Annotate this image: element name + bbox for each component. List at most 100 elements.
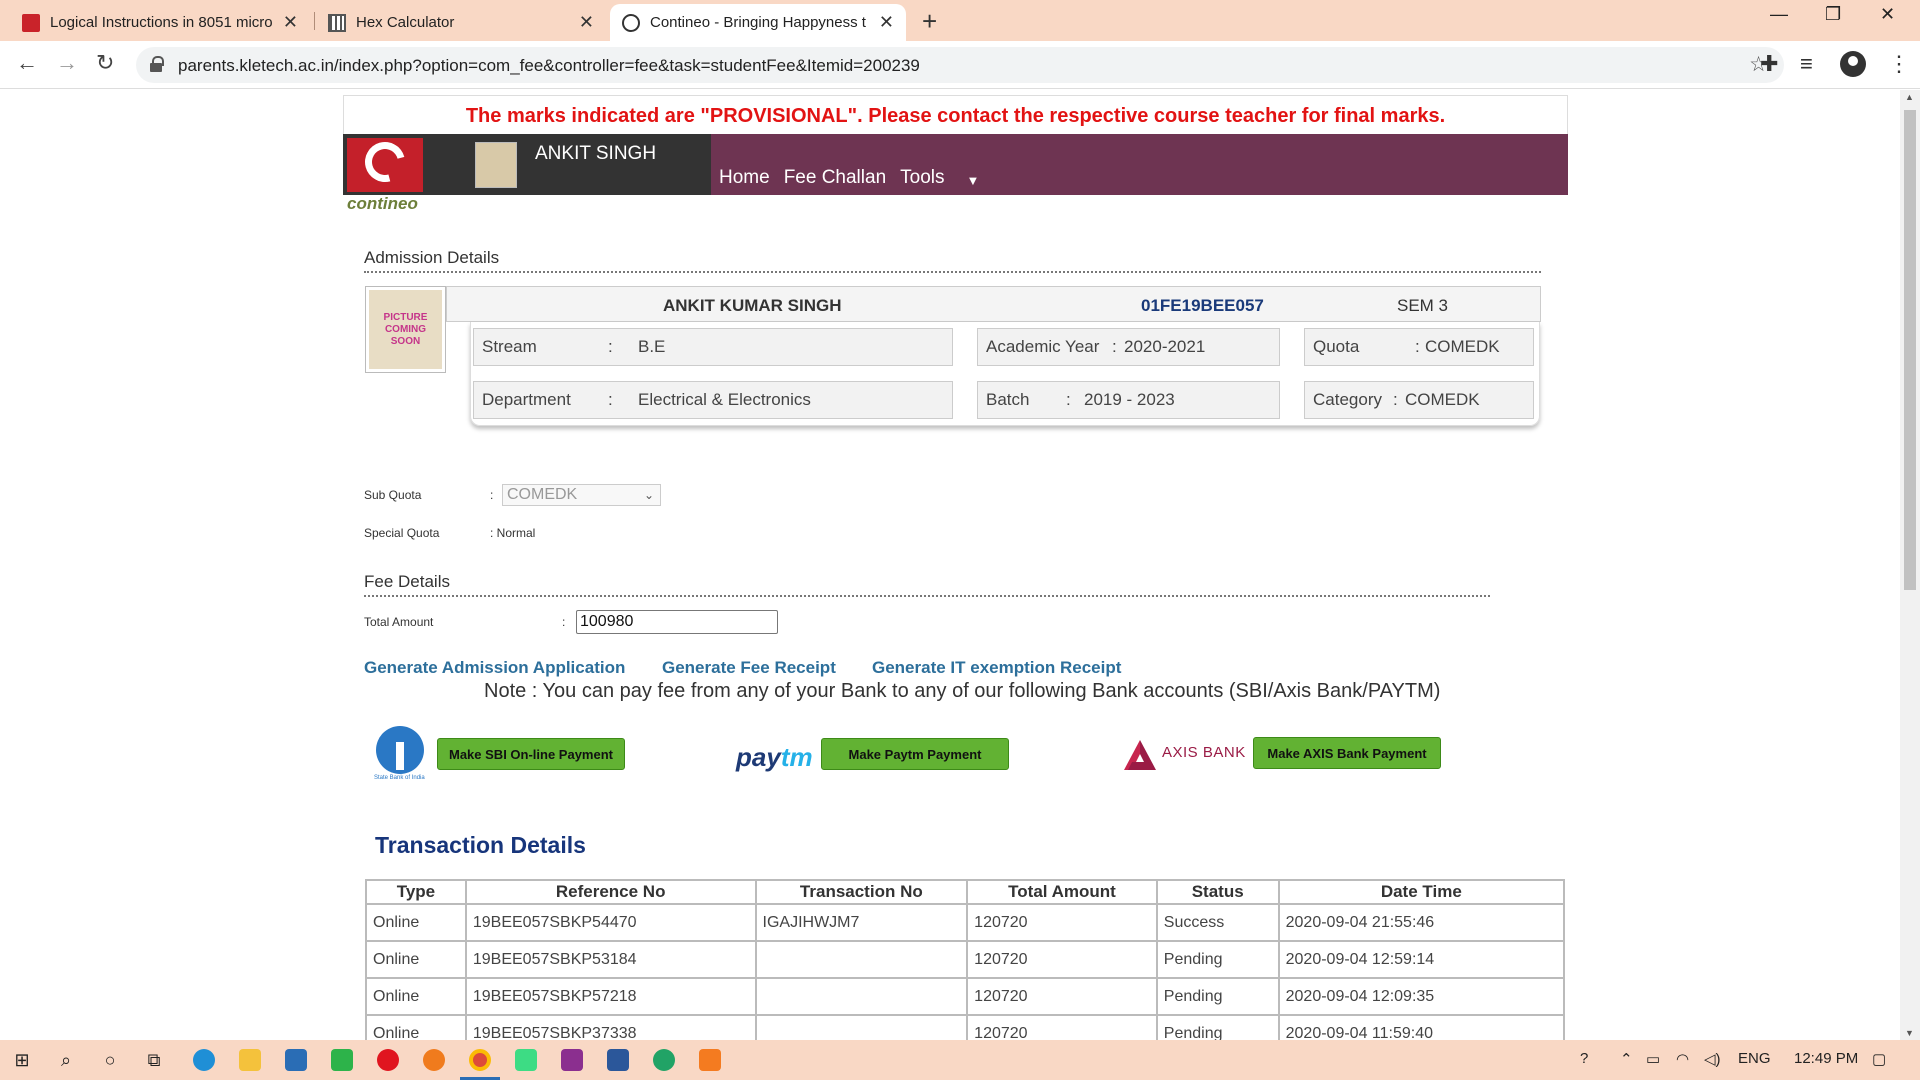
calculator-icon xyxy=(328,13,346,32)
cell-date-time: 2020-09-04 21:55:46 xyxy=(1277,903,1566,942)
department-value: Electrical & Electronics xyxy=(638,390,811,409)
cell-reference-no: 19BEE057SBKP37338 xyxy=(464,1014,757,1040)
chevron-up-icon[interactable]: ⌃ xyxy=(1620,1050,1633,1068)
axis-bank-logo-text: AXIS BANK xyxy=(1162,744,1246,761)
back-arrow-icon[interactable]: ← xyxy=(16,50,38,76)
payment-note: Note : You can pay fee from any of your … xyxy=(484,680,1441,702)
restore-icon[interactable]: ❐ xyxy=(1825,4,1841,25)
colon: : xyxy=(608,337,613,356)
battery-icon[interactable]: ▭ xyxy=(1646,1050,1660,1068)
file-explorer-icon[interactable] xyxy=(236,1046,264,1074)
scroll-down-arrow-icon[interactable]: ▼ xyxy=(1905,1028,1914,1038)
cell-date-time: 2020-09-04 12:59:14 xyxy=(1277,940,1566,979)
generate-fee-receipt-link[interactable]: Generate Fee Receipt xyxy=(662,658,836,678)
cell-transaction-no xyxy=(754,940,969,979)
close-icon[interactable]: ✕ xyxy=(579,12,594,33)
transaction-details-title: Transaction Details xyxy=(375,832,586,858)
browser-tab-contineo[interactable]: Contineo - Bringing Happyness t ✕ xyxy=(610,4,906,41)
page-scrollbar[interactable]: ▲ ▼ xyxy=(1900,90,1920,1040)
search-icon[interactable]: ⌕ xyxy=(52,1046,80,1074)
quota-field: Quota : COMEDK xyxy=(1304,328,1534,366)
student-photo: PICTURE COMING SOON xyxy=(365,286,446,373)
caret-down-icon[interactable]: ▼ xyxy=(967,173,980,189)
quota-value: COMEDK xyxy=(1425,337,1500,356)
notifications-icon[interactable]: ▢ xyxy=(1872,1050,1886,1068)
window-close-icon[interactable]: ✕ xyxy=(1880,4,1895,25)
header-banner: ANKIT SINGH Home Fee Challan Tools ▼ xyxy=(343,134,1568,195)
scrollbar-thumb[interactable] xyxy=(1904,110,1916,590)
firefox-icon[interactable] xyxy=(420,1046,448,1074)
tab-title: Hex Calculator xyxy=(356,14,455,31)
profile-avatar-icon[interactable] xyxy=(1840,51,1866,77)
kebab-menu-icon[interactable]: ⋮ xyxy=(1888,51,1910,77)
media-queue-icon[interactable]: ≡ xyxy=(1800,51,1813,77)
axis-bank-logo-icon xyxy=(1124,740,1156,770)
browser-tab-logical-instructions[interactable]: Logical Instructions in 8051 micro ✕ xyxy=(10,4,310,41)
wifi-icon[interactable]: ◠ xyxy=(1676,1050,1689,1068)
word-icon[interactable] xyxy=(604,1046,632,1074)
provisional-notice: The marks indicated are "PROVISIONAL". P… xyxy=(465,105,1446,127)
contineo-logo-icon[interactable] xyxy=(347,134,423,192)
sub-quota-select[interactable]: COMEDK ⌄ xyxy=(502,484,661,506)
chrome-icon[interactable] xyxy=(466,1046,494,1074)
windows-start-icon[interactable]: ⊞ xyxy=(8,1046,36,1074)
tab-strip: Logical Instructions in 8051 micro ✕ Hex… xyxy=(0,0,1920,41)
generate-admission-application-link[interactable]: Generate Admission Application xyxy=(364,658,625,678)
close-icon[interactable]: ✕ xyxy=(283,12,298,33)
scroll-up-arrow-icon[interactable]: ▲ xyxy=(1905,92,1914,102)
menu-home[interactable]: Home xyxy=(719,167,770,189)
fee-details-title: Fee Details xyxy=(364,572,450,591)
generate-it-exemption-link[interactable]: Generate IT exemption Receipt xyxy=(872,658,1121,678)
app-globe-icon[interactable] xyxy=(650,1046,678,1074)
clock[interactable]: 12:49 PM xyxy=(1794,1050,1858,1067)
opera-icon[interactable] xyxy=(374,1046,402,1074)
admission-header-bar: ANKIT KUMAR SINGH 01FE19BEE057 SEM 3 xyxy=(446,286,1541,322)
colon: : xyxy=(490,488,494,502)
paytm-payment-button[interactable]: Make Paytm Payment xyxy=(821,738,1009,770)
col-type: Type xyxy=(365,879,467,905)
volume-icon[interactable]: ◁) xyxy=(1704,1050,1721,1068)
cell-reference-no: 19BEE057SBKP54470 xyxy=(464,903,757,942)
edge-icon[interactable] xyxy=(190,1046,218,1074)
close-icon[interactable]: ✕ xyxy=(879,12,894,33)
new-tab-plus-icon[interactable]: + xyxy=(922,6,937,37)
colon: : xyxy=(1066,390,1071,409)
special-quota-value: : Normal xyxy=(490,526,536,540)
cell-status: Pending xyxy=(1155,940,1280,979)
cell-date-time: 2020-09-04 11:59:40 xyxy=(1277,1014,1566,1040)
axis-payment-button[interactable]: Make AXIS Bank Payment xyxy=(1253,737,1441,769)
special-quota-label: Special Quota xyxy=(364,526,440,540)
quota-label: Quota xyxy=(1313,337,1360,356)
total-amount-input[interactable]: 100980 xyxy=(576,610,778,634)
menu-tools[interactable]: Tools xyxy=(900,167,944,189)
category-field: Category : COMEDK xyxy=(1304,381,1534,419)
minimize-icon[interactable]: — xyxy=(1770,4,1788,25)
table-row: Online 19BEE057SBKP57218 120720 Pending … xyxy=(365,977,1566,1016)
table-row: Online 19BEE057SBKP37338 120720 Pending … xyxy=(365,1014,1566,1040)
browser-tab-hex-calculator[interactable]: Hex Calculator ✕ xyxy=(316,4,606,41)
url-text: parents.kletech.ac.in/index.php?option=c… xyxy=(178,56,920,75)
main-menu: Home Fee Challan Tools ▼ xyxy=(719,167,979,189)
paytm-logo-tm: tm xyxy=(780,742,813,772)
address-bar[interactable]: parents.kletech.ac.in/index.php?option=c… xyxy=(136,47,1784,83)
reload-icon[interactable]: ↻ xyxy=(96,50,114,76)
batch-label: Batch xyxy=(986,390,1030,409)
extensions-puzzle-icon[interactable]: ✚ xyxy=(1760,51,1778,77)
sbi-payment-button[interactable]: Make SBI On-line Payment xyxy=(437,738,625,770)
forward-arrow-icon[interactable]: → xyxy=(56,50,78,76)
whatsapp-icon[interactable] xyxy=(328,1046,356,1074)
cortana-circle-icon[interactable]: ○ xyxy=(96,1046,124,1074)
help-icon[interactable]: ? xyxy=(1580,1050,1588,1067)
winrar-icon[interactable] xyxy=(558,1046,586,1074)
mail-icon[interactable] xyxy=(282,1046,310,1074)
paytm-logo: paytm xyxy=(736,742,813,773)
calculator-app-icon[interactable] xyxy=(696,1046,724,1074)
menu-fee-challan[interactable]: Fee Challan xyxy=(784,167,886,189)
lock-icon xyxy=(150,56,164,72)
android-app-icon[interactable] xyxy=(512,1046,540,1074)
language-indicator[interactable]: ENG xyxy=(1738,1050,1771,1067)
table-row: Online 19BEE057SBKP53184 120720 Pending … xyxy=(365,940,1566,979)
sbi-logo-icon xyxy=(376,726,424,774)
task-view-icon[interactable]: ⧉ xyxy=(140,1046,168,1074)
cell-total-amount: 120720 xyxy=(966,977,1158,1016)
